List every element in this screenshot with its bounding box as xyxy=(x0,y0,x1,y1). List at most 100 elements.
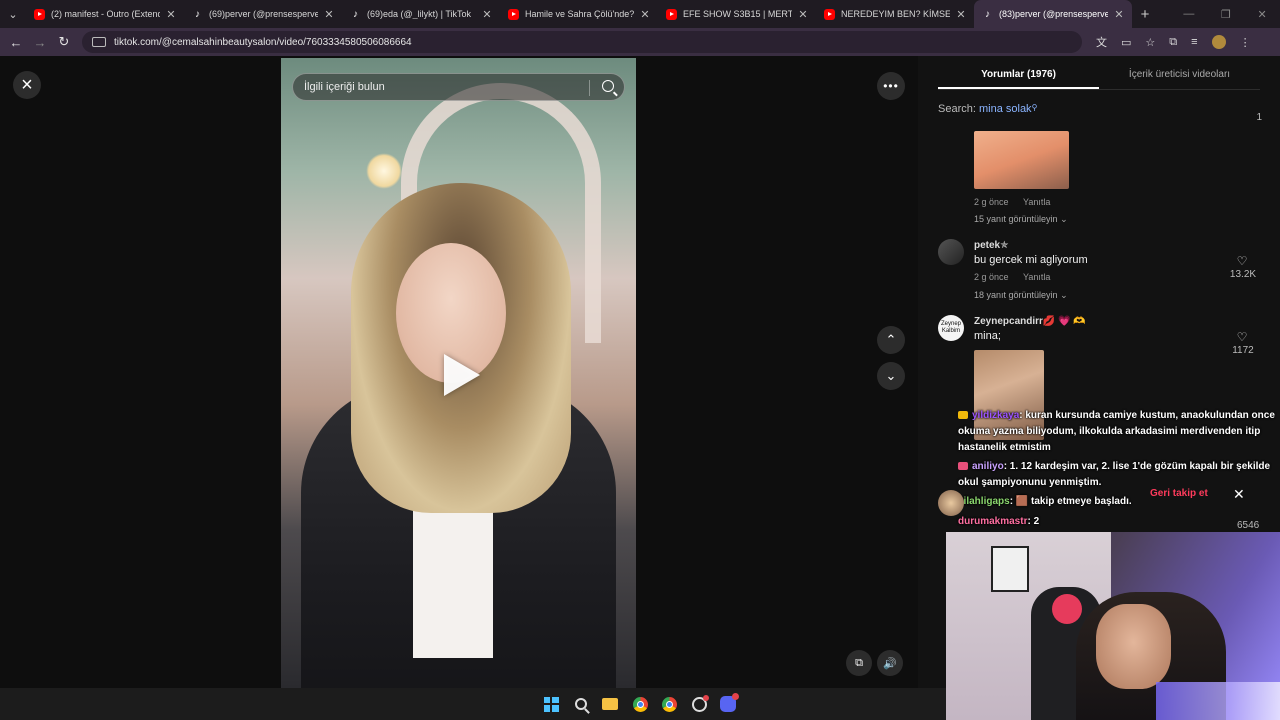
search-query-link[interactable]: mina solak xyxy=(979,103,1032,115)
close-window-icon[interactable]: ✕ xyxy=(1257,8,1266,21)
close-video-button[interactable]: × xyxy=(13,71,41,99)
menu-dots-icon[interactable]: ⋮ xyxy=(1240,36,1251,49)
close-tab-icon[interactable]: ✕ xyxy=(322,8,336,21)
address-bar[interactable]: tiktok.com/@cemalsahinbeautysalon/video/… xyxy=(82,31,1082,53)
tab-title: EFE SHOW S3B15 | MERTCAN B xyxy=(683,9,792,19)
comment-username[interactable]: petek✯ xyxy=(974,240,1009,251)
site-info-icon[interactable] xyxy=(92,37,106,47)
like-heart-icon[interactable]: ♡ xyxy=(1234,330,1250,344)
back-icon[interactable]: ← xyxy=(4,35,28,50)
close-icon[interactable]: ✕ xyxy=(1233,486,1245,503)
comment-image[interactable] xyxy=(974,131,1069,189)
more-options-button[interactable]: ••• xyxy=(877,72,905,100)
tab-title: (2) manifest - Outro (Extended xyxy=(51,9,160,19)
webcam-overlay xyxy=(946,532,1280,720)
chrome-icon[interactable] xyxy=(660,695,678,713)
comment-username[interactable]: Zeynepcandirr💋 💗 🫶 xyxy=(974,316,1086,327)
search-result-count: 1 xyxy=(1256,112,1262,123)
browser-tab[interactable]: ♪ (69)perver (@prensesperver) | T ✕ xyxy=(184,0,342,28)
browser-tab[interactable]: (2) manifest - Outro (Extended ✕ xyxy=(26,0,184,28)
reply-button[interactable]: Yanıtla xyxy=(1023,197,1050,207)
new-tab-button[interactable]: + xyxy=(1132,6,1158,23)
comment-search-line: Search: mina solak⚲ xyxy=(938,103,1037,115)
view-replies-label: 15 yanıt görüntüleyin xyxy=(974,214,1058,224)
obs-icon[interactable] xyxy=(690,694,709,713)
tab-title: NEREDEYIM BEN? KİMSE YOK xyxy=(841,9,950,19)
notification-avatar[interactable] xyxy=(938,490,964,516)
reload-icon[interactable]: ↻ xyxy=(52,34,76,50)
browser-tab[interactable]: NEREDEYIM BEN? KİMSE YOK ✕ xyxy=(816,0,974,28)
reply-button[interactable]: Yanıtla xyxy=(1023,272,1050,282)
play-icon[interactable] xyxy=(444,354,480,396)
browser-tab[interactable]: EFE SHOW S3B15 | MERTCAN B ✕ xyxy=(658,0,816,28)
video-player[interactable]: İlgili içeriği bulun xyxy=(281,58,636,688)
next-video-button[interactable]: ⌄ xyxy=(877,362,905,390)
like-heart-icon[interactable]: ♡ xyxy=(1234,254,1250,268)
heart-badge-icon xyxy=(958,462,968,471)
comment-meta: 2 g önce Yanıtla xyxy=(974,272,1050,282)
tiktok-icon: ♪ xyxy=(985,8,990,20)
close-tab-icon[interactable]: ✕ xyxy=(1112,8,1126,21)
comment-meta: 2 g önce Yanıtla xyxy=(974,197,1050,207)
translate-icon[interactable]: 文 xyxy=(1096,34,1107,50)
profile-avatar[interactable] xyxy=(1211,35,1226,49)
tab-creator-videos[interactable]: İçerik üreticisi videoları xyxy=(1099,64,1260,89)
toolbar-icons: 文 ▭ ☆ ⧉ ≡ ⋮ xyxy=(1096,34,1251,50)
chat-username: durumakmastr xyxy=(958,516,1028,527)
comment-time: 2 g önce xyxy=(974,272,1009,282)
close-tab-icon[interactable]: ✕ xyxy=(480,8,494,21)
webcam-streamer-face xyxy=(1096,604,1171,689)
chat-message: aniliyo: 1. 12 kardeşim var, 2. lise 1'd… xyxy=(958,459,1280,491)
tab-title: (69)perver (@prensesperver) | T xyxy=(209,9,318,19)
avatar[interactable]: Zeynep Kalbim xyxy=(938,315,964,341)
chevron-down-icon: ⌄ xyxy=(1060,290,1068,300)
view-replies-button[interactable]: 18 yanıt görüntüleyin ⌄ xyxy=(974,290,1068,301)
previous-video-button[interactable]: ⌃ xyxy=(877,326,905,354)
chat-username: yildizkaya xyxy=(972,410,1020,421)
chat-message: durumakmastr: 2 xyxy=(958,514,1280,530)
discord-icon[interactable] xyxy=(719,693,739,713)
cast-icon[interactable]: ▭ xyxy=(1121,36,1131,49)
chat-username: silahligaps xyxy=(958,496,1010,507)
close-tab-icon[interactable]: ✕ xyxy=(954,8,968,21)
search-icon: ⚲ xyxy=(1031,103,1038,112)
webcam-led-light xyxy=(1156,682,1280,720)
browser-tab-strip: ⌄ (2) manifest - Outro (Extended ✕ ♪ (69… xyxy=(0,0,1280,28)
tab-search-button[interactable]: ⌄ xyxy=(0,0,26,28)
search-icon[interactable] xyxy=(602,80,614,92)
video-frame-lamp xyxy=(366,153,402,189)
media-control-icon[interactable]: ≡ xyxy=(1191,36,1197,48)
youtube-icon xyxy=(824,8,835,20)
maximize-icon[interactable]: ❐ xyxy=(1221,8,1231,21)
browser-tab[interactable]: ♪ (69)eda (@_lilykt) | TikTok ✕ xyxy=(342,0,500,28)
follow-back-button[interactable]: Geri takip et xyxy=(1150,488,1208,499)
minimize-icon[interactable]: — xyxy=(1183,8,1194,21)
related-content-search[interactable]: İlgili içeriği bulun xyxy=(292,73,625,101)
browser-tab[interactable]: Hamile ve Sahra Çölü'nde? | M ✕ xyxy=(500,0,658,28)
search-icon[interactable] xyxy=(572,695,590,713)
tab-comments[interactable]: Yorumlar (1976) xyxy=(938,64,1099,89)
file-explorer-icon[interactable] xyxy=(601,695,619,713)
close-tab-icon[interactable]: ✕ xyxy=(796,8,810,21)
chat-text: : 2 xyxy=(1027,516,1040,527)
youtube-icon xyxy=(508,8,519,20)
browser-tab-active[interactable]: ♪ (83)perver (@prensesperver) | T ✕ xyxy=(974,0,1132,28)
window-controls: — ❐ ✕ xyxy=(1170,8,1280,21)
view-replies-button[interactable]: 15 yanıt görüntüleyin ⌄ xyxy=(974,214,1068,225)
search-label: Search: xyxy=(938,103,976,115)
chat-message: silahligaps: 🟫 takip etmeye başladı. xyxy=(958,494,1280,510)
start-menu-icon[interactable] xyxy=(542,695,560,713)
chair-logo xyxy=(1052,594,1082,624)
like-count: 1172 xyxy=(1232,345,1254,356)
avatar[interactable] xyxy=(938,239,964,265)
chrome-icon[interactable] xyxy=(631,695,649,713)
picture-in-picture-icon[interactable]: ⧉ xyxy=(846,650,872,676)
extensions-icon[interactable]: ⧉ xyxy=(1169,36,1177,49)
close-tab-icon[interactable]: ✕ xyxy=(638,8,652,21)
bookmark-star-icon[interactable]: ☆ xyxy=(1145,36,1155,49)
tab-title: Hamile ve Sahra Çölü'nde? | M xyxy=(525,9,634,19)
chat-message: yildizkaya: kuran kursunda camiye kustum… xyxy=(958,408,1280,456)
volume-icon[interactable]: 🔊 xyxy=(877,650,903,676)
forward-icon[interactable]: → xyxy=(28,35,52,50)
close-tab-icon[interactable]: ✕ xyxy=(164,8,178,21)
